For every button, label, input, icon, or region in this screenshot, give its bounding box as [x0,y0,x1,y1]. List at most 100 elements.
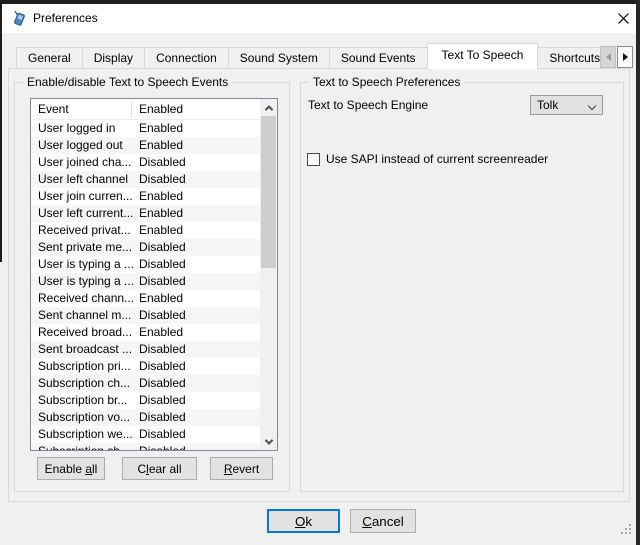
event-cell: User logged out [38,137,123,154]
enabled-cell: Disabled [139,375,186,392]
enabled-cell: Disabled [139,392,186,409]
list-item[interactable]: User logged inEnabled [31,120,260,137]
tts-preferences-group-title: Text to Speech Preferences [309,75,464,89]
tab-scroll-left-button[interactable] [600,46,616,68]
dropdown-selected-value: Tolk [537,96,558,114]
enabled-cell: Disabled [139,341,186,358]
column-separator [131,101,132,118]
event-cell: Subscription ch... [38,375,130,392]
tab-bar: GeneralDisplayConnectionSound SystemSoun… [16,43,600,69]
engine-label: Text to Speech Engine [308,95,428,115]
tab-connection[interactable]: Connection [144,47,229,69]
enabled-cell: Enabled [139,188,183,205]
scrollbar-down-button[interactable] [260,433,277,450]
list-item[interactable]: User join curren... Enabled [31,188,260,205]
list-item[interactable]: Subscription we... Disabled [31,426,260,443]
column-header-event[interactable]: Event [38,99,69,120]
desktop-edge-right [636,0,640,545]
list-item[interactable]: Sent broadcast ...Disabled [31,341,260,358]
revert-button[interactable]: Revert [210,457,273,480]
tab-general[interactable]: General [16,47,83,69]
event-list-rows: User logged inEnabledUser logged outEnab… [31,120,260,450]
event-cell: Subscription we... [38,426,133,443]
list-item[interactable]: User joined cha... Disabled [31,154,260,171]
list-item[interactable]: User left current...Enabled [31,205,260,222]
clear-all-button[interactable]: Clear all [122,457,197,480]
list-item[interactable]: Subscription br...Disabled [31,392,260,409]
close-button[interactable] [612,8,634,29]
list-item[interactable]: User is typing a ...Disabled [31,273,260,290]
tts-engine-dropdown[interactable]: Tolk [530,95,603,115]
event-cell: Subscription pri... [38,358,131,375]
list-item[interactable]: Subscription sh...Disabled [31,443,260,450]
list-item[interactable]: Received chann... Enabled [31,290,260,307]
list-item[interactable]: User left channel Disabled [31,171,260,188]
enabled-cell: Disabled [139,409,186,426]
list-item[interactable]: Subscription vo... Disabled [31,409,260,426]
event-cell: Subscription vo... [38,409,130,426]
list-item[interactable]: User logged out Enabled [31,137,260,154]
label-part: Enable [45,462,86,476]
event-cell: User left current... [38,205,133,222]
event-cell: Sent channel m... [38,307,131,324]
label-part: ancel [372,514,404,529]
enabled-cell: Disabled [139,273,186,290]
label-part: O [295,514,305,529]
tab-text-to-speech[interactable]: Text To Speech [427,43,539,69]
tab-scroll-right-button[interactable] [617,46,633,68]
event-cell: User is typing a ... [38,256,134,273]
enabled-cell: Enabled [139,324,183,341]
enabled-cell: Enabled [139,137,183,154]
list-scrollbar[interactable] [260,99,277,450]
tts-event-list: Event Enabled User logged inEnabledUser … [30,98,278,451]
tab-shortcuts[interactable]: Shortcuts [537,47,600,69]
scrollbar-up-button[interactable] [260,99,277,116]
tab-display[interactable]: Display [82,47,145,69]
event-cell: Received chann... [38,290,134,307]
list-item[interactable]: Sent channel m... Disabled [31,307,260,324]
chevron-up-icon [264,105,272,113]
enabled-cell: Disabled [139,307,186,324]
enabled-cell: Enabled [139,222,183,239]
label-part: C [137,462,146,476]
sapi-checkbox[interactable] [307,153,320,166]
tab-sound-events[interactable]: Sound Events [329,47,428,69]
scrollbar-thumb[interactable] [261,116,276,268]
tab-sound-system[interactable]: Sound System [228,47,330,69]
resize-grip[interactable] [621,524,634,537]
ok-button[interactable]: Ok [267,509,340,533]
label-part: evert [232,462,259,476]
close-icon [618,13,629,24]
enabled-cell: Enabled [139,290,183,307]
window-title: Preferences [33,4,98,33]
sapi-checkbox-label[interactable]: Use SAPI instead of current screenreader [326,152,548,166]
sapi-checkbox-row: Use SAPI instead of current screenreader [307,151,548,167]
event-cell: Received privat... [38,222,131,239]
label-part: C [362,514,372,529]
tts-events-group-title: Enable/disable Text to Speech Events [23,75,232,89]
enabled-cell: Disabled [139,426,186,443]
list-item[interactable]: Subscription ch... Disabled [31,375,260,392]
label-part: ll [92,462,97,476]
event-cell: User left channel [38,171,128,188]
list-item[interactable]: Received privat... Enabled [31,222,260,239]
list-item[interactable]: Sent private me...Disabled [31,239,260,256]
event-cell: User join curren... [38,188,133,205]
list-item[interactable]: Subscription pri... Disabled [31,358,260,375]
label-part: ear all [149,462,182,476]
enabled-cell: Disabled [139,171,186,188]
list-item[interactable]: User is typing a ...Disabled [31,256,260,273]
event-cell: User logged in [38,120,115,137]
enabled-cell: Disabled [139,443,186,450]
column-header-enabled[interactable]: Enabled [139,99,183,120]
enable-all-button[interactable]: Enable all [37,457,105,480]
event-cell: Sent private me... [38,239,132,256]
enabled-cell: Disabled [139,154,186,171]
title-bar: Preferences [2,4,636,33]
enabled-cell: Disabled [139,358,186,375]
chevron-down-icon [588,102,596,110]
event-cell: User joined cha... [38,154,131,171]
cancel-button[interactable]: Cancel [350,509,416,533]
label-part: k [305,514,312,529]
list-item[interactable]: Received broad...Enabled [31,324,260,341]
